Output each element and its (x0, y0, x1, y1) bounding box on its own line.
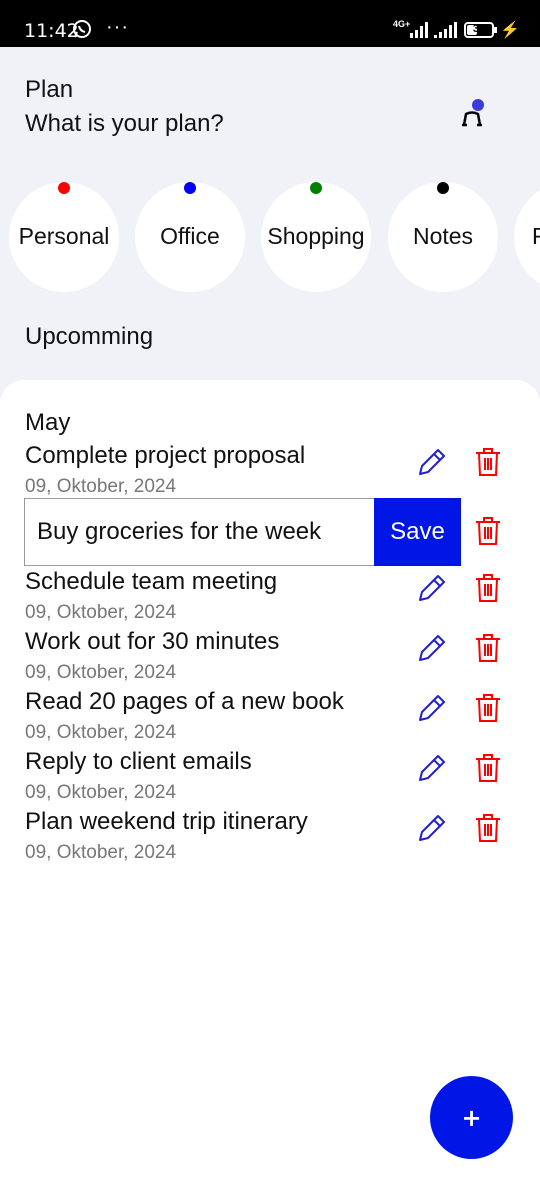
more-dots-icon: ··· (106, 16, 129, 38)
task-item[interactable]: Reply to client emails 09, Oktober, 2024 (0, 748, 540, 808)
category-color-dot (310, 182, 322, 194)
category-label: F (532, 223, 540, 249)
status-bar: 11:42 ··· 4G+ 38 ⚡ (0, 0, 540, 47)
task-item[interactable]: Read 20 pages of a new book 09, Oktober,… (0, 688, 540, 748)
task-date: 09, Oktober, 2024 (25, 722, 177, 743)
month-heading: May (25, 409, 71, 436)
pencil-icon[interactable] (416, 446, 448, 478)
section-title: Upcomming (25, 323, 154, 350)
pencil-icon[interactable] (416, 632, 448, 664)
task-item[interactable]: Schedule team meeting 09, Oktober, 2024 (0, 568, 540, 628)
category-office[interactable]: Office (135, 182, 245, 292)
whatsapp-icon (73, 20, 91, 38)
battery-cap (494, 27, 497, 33)
save-button[interactable]: Save (374, 498, 461, 566)
category-color-dot (184, 182, 196, 194)
page-subtitle: What is your plan? (25, 110, 224, 137)
category-color-dot (437, 182, 449, 194)
task-title: Schedule team meeting (25, 568, 278, 595)
task-item[interactable]: Work out for 30 minutes 09, Oktober, 202… (0, 628, 540, 688)
status-time: 11:42 (24, 20, 79, 42)
trash-icon[interactable] (472, 632, 504, 664)
task-date: 09, Oktober, 2024 (25, 842, 177, 863)
category-partial[interactable]: F (514, 182, 540, 292)
task-date: 09, Oktober, 2024 (25, 476, 177, 497)
trash-icon[interactable] (472, 572, 504, 604)
category-shopping[interactable]: Shopping (261, 182, 371, 292)
edit-task-row: Save (0, 498, 540, 566)
signal-icon (410, 22, 428, 38)
pencil-icon[interactable] (416, 692, 448, 724)
trash-icon[interactable] (472, 812, 504, 844)
person-icon[interactable] (458, 95, 490, 129)
signal-icon-2 (434, 22, 457, 38)
task-title: Work out for 30 minutes (25, 628, 280, 655)
pencil-icon[interactable] (416, 752, 448, 784)
task-date: 09, Oktober, 2024 (25, 662, 177, 683)
task-date: 09, Oktober, 2024 (25, 602, 177, 623)
trash-icon[interactable] (472, 752, 504, 784)
trash-icon[interactable] (472, 692, 504, 724)
task-item[interactable]: Complete project proposal 09, Oktober, 2… (0, 442, 540, 502)
edit-task-input[interactable] (24, 498, 374, 566)
category-personal[interactable]: Personal (9, 182, 119, 292)
task-date: 09, Oktober, 2024 (25, 782, 177, 803)
task-title: Plan weekend trip itinerary (25, 808, 308, 835)
category-color-dot (58, 182, 70, 194)
task-title: Complete project proposal (25, 442, 306, 469)
charging-icon: ⚡ (500, 22, 520, 39)
page-title: Plan (25, 76, 74, 103)
category-list: Personal Office Shopping Notes F (0, 182, 540, 294)
trash-icon[interactable] (472, 446, 504, 478)
category-notes[interactable]: Notes (388, 182, 498, 292)
battery-icon: 38 (464, 22, 494, 38)
category-label: Notes (412, 223, 474, 249)
battery-level: 38 (472, 23, 486, 35)
task-item[interactable]: Plan weekend trip itinerary 09, Oktober,… (0, 808, 540, 868)
task-title: Read 20 pages of a new book (25, 688, 344, 715)
task-title: Reply to client emails (25, 748, 252, 775)
trash-icon[interactable] (472, 515, 504, 547)
pencil-icon[interactable] (416, 572, 448, 604)
pencil-icon[interactable] (416, 812, 448, 844)
add-task-button[interactable]: + (430, 1076, 513, 1159)
